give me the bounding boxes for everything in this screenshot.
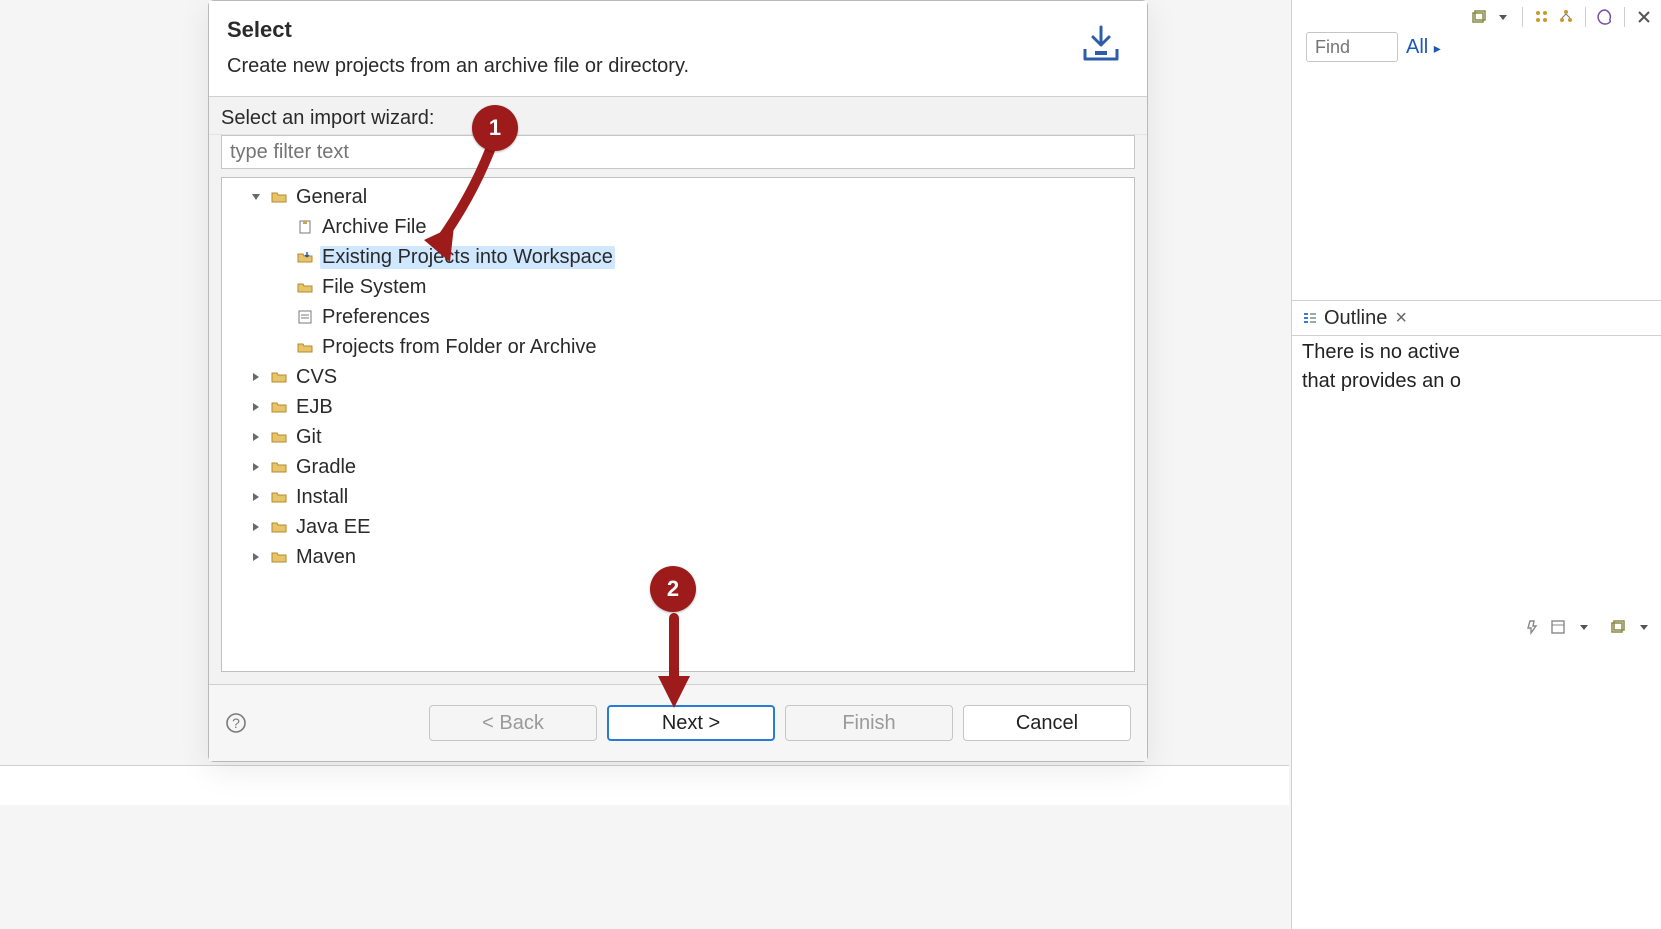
folder-icon	[270, 368, 288, 386]
archive-icon	[296, 218, 314, 236]
hierarchy-tree-icon[interactable]	[1557, 8, 1575, 26]
tree-category-label: General	[296, 186, 367, 208]
tree-category[interactable]: CVS	[222, 362, 1134, 392]
outline-tab-close-icon[interactable]: ×	[1395, 307, 1407, 330]
help-icon[interactable]: ?	[225, 712, 247, 734]
folder-icon	[270, 428, 288, 446]
close-cross-icon[interactable]	[1635, 8, 1653, 26]
find-input[interactable]	[1306, 32, 1398, 62]
tree-category[interactable]: Gradle	[222, 452, 1134, 482]
folder-icon	[270, 458, 288, 476]
find-bar: All ▸	[1306, 32, 1441, 62]
outline-icon	[1302, 310, 1318, 326]
pin-icon[interactable]	[1523, 618, 1541, 636]
annotation-bubble-2: 2	[650, 566, 696, 612]
dropdown-caret-icon[interactable]	[1575, 618, 1593, 636]
tree-item-label: Archive File	[322, 216, 426, 238]
cancel-button[interactable]: Cancel	[963, 705, 1131, 741]
tree-category[interactable]: Install	[222, 482, 1134, 512]
finish-button[interactable]: Finish	[785, 705, 953, 741]
tree-item[interactable]: Preferences	[222, 302, 1134, 332]
tree-item[interactable]: Archive File	[222, 212, 1134, 242]
tree-item-label: File System	[322, 276, 426, 298]
tree-category-label: Maven	[296, 546, 356, 568]
chevron-right-icon[interactable]	[248, 459, 264, 475]
tree-category[interactable]: Java EE	[222, 512, 1134, 542]
tree-category[interactable]: Git	[222, 422, 1134, 452]
chevron-right-icon[interactable]	[248, 399, 264, 415]
folder-icon	[270, 518, 288, 536]
folder-icon	[270, 188, 288, 206]
tree-category-label: Gradle	[296, 456, 356, 478]
folder-icon	[296, 338, 314, 356]
prefs-icon	[296, 308, 314, 326]
tree-category-label: CVS	[296, 366, 337, 388]
annotation-bubble-1: 1	[472, 105, 518, 151]
dialog-title: Select	[227, 17, 689, 43]
folder-icon	[270, 548, 288, 566]
tree-category-label: EJB	[296, 396, 333, 418]
outline-tab-label: Outline	[1324, 307, 1387, 330]
chevron-down-icon[interactable]	[248, 189, 264, 205]
tree-item-label: Projects from Folder or Archive	[322, 336, 597, 358]
tree-category[interactable]: General	[222, 182, 1134, 212]
svg-text:?: ?	[232, 715, 240, 731]
back-button[interactable]: < Back	[429, 705, 597, 741]
outline-tab[interactable]: Outline ×	[1292, 300, 1661, 336]
outline-text-line2: that provides an o	[1302, 367, 1661, 396]
annotation-arrow-2	[654, 612, 694, 712]
wizard-section-label: Select an import wizard:	[209, 97, 1147, 135]
workbench-bottom-strip	[0, 765, 1289, 805]
dropdown-caret-icon[interactable]	[1635, 618, 1653, 636]
tree-item[interactable]: File System	[222, 272, 1134, 302]
layout-icon[interactable]	[1549, 618, 1567, 636]
right-toolbar	[1470, 4, 1653, 30]
tree-category-label: Install	[296, 486, 348, 508]
filter-input[interactable]	[221, 135, 1135, 169]
import-icon	[296, 248, 314, 266]
tree-category-label: Git	[296, 426, 322, 448]
annotation-arrow-1	[420, 140, 510, 270]
annotation-bubble-label: 1	[489, 115, 501, 141]
dialog-subtitle: Create new projects from an archive file…	[227, 55, 689, 78]
dialog-header: Select Create new projects from an archi…	[209, 1, 1147, 97]
chevron-right-icon[interactable]	[248, 429, 264, 445]
outline-text-line1: There is no active	[1302, 338, 1661, 367]
chevron-right-icon[interactable]	[248, 489, 264, 505]
outline-body: There is no active that provides an o	[1302, 338, 1661, 396]
right-bottom-toolbar	[1523, 618, 1653, 636]
chevron-right-icon[interactable]	[248, 549, 264, 565]
folder-icon	[296, 278, 314, 296]
new-window-icon[interactable]	[1609, 618, 1627, 636]
folder-icon	[270, 398, 288, 416]
tree-item-label: Preferences	[322, 306, 430, 328]
tree-category[interactable]: EJB	[222, 392, 1134, 422]
find-scope-label: All	[1406, 36, 1428, 58]
tree-item[interactable]: Existing Projects into Workspace	[222, 242, 1134, 272]
tree-item[interactable]: Projects from Folder or Archive	[222, 332, 1134, 362]
chevron-right-icon[interactable]	[248, 519, 264, 535]
import-banner-icon	[1077, 23, 1125, 71]
workbench-right-panel: All ▸ Outline × There is no active that …	[1291, 0, 1661, 929]
new-window-icon[interactable]	[1470, 8, 1488, 26]
find-scope-all[interactable]: All ▸	[1406, 36, 1441, 59]
palette-icon[interactable]	[1596, 8, 1614, 26]
folder-icon	[270, 488, 288, 506]
annotation-bubble-label: 2	[667, 576, 679, 602]
tree-category-label: Java EE	[296, 516, 370, 538]
hierarchy-flat-icon[interactable]	[1533, 8, 1551, 26]
chevron-right-icon[interactable]	[248, 369, 264, 385]
dropdown-caret-icon[interactable]	[1494, 8, 1512, 26]
